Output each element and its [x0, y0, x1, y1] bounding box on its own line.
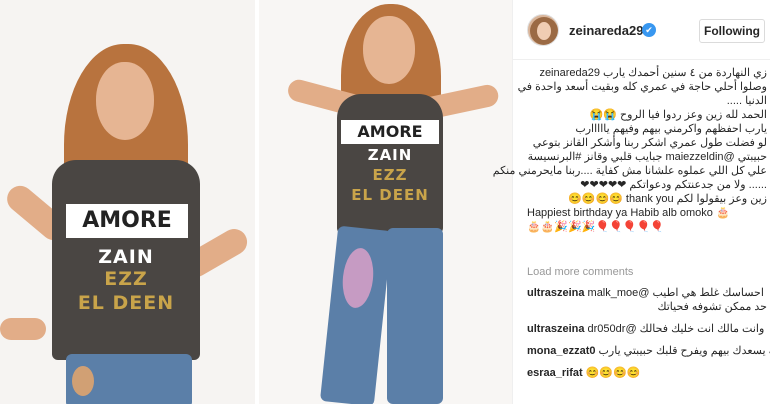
comment-text: حد ممكن تشوفه فحياتك — [657, 301, 767, 313]
post-caption: zeinareda29 زي النهاردة من ٤ سنين أحمدك … — [493, 66, 767, 256]
photo-left: AMORE ZAIN EZZ EL DEEN — [0, 0, 255, 404]
comment-username[interactable]: mona_ezzat0 — [527, 345, 595, 357]
comment-item: ultraszeina احساسك غلط هي اطيب @malk_moe… — [527, 286, 767, 314]
comment-username[interactable]: esraa_rifat — [527, 367, 583, 379]
paint-splash — [339, 246, 377, 310]
avatar[interactable] — [527, 14, 559, 46]
photo-right: AMORE ZAIN EZZ EL DEEN — [259, 0, 512, 404]
jeans-shape — [66, 354, 192, 404]
face-shape — [363, 16, 415, 84]
load-more-comments-link[interactable]: Load more comments — [527, 266, 633, 278]
caption-line: لو فضلت طول عمري اشكر ربنا وأشكر القانز … — [532, 137, 767, 149]
shirt-text-ezz: EZZ — [104, 268, 148, 290]
face-shape — [96, 62, 154, 140]
caption-line: zeinareda29 زي النهاردة من ٤ سنين أحمدك … — [539, 67, 767, 79]
shirt-shape: AMORE ZAIN EZZ EL DEEN — [337, 94, 443, 234]
shirt-text-zain: ZAIN — [98, 246, 154, 268]
comment-text: 😊😊😊😊 — [585, 367, 641, 379]
following-button[interactable]: Following — [699, 19, 765, 43]
shirt-text-el-deen: EL DEEN — [351, 186, 429, 204]
caption-line: ...... ولا من جدعنتكم ودعواتكم ❤❤❤❤❤ — [580, 179, 767, 191]
comment-text: احساسك غلط هي اطيب @malk_moe — [587, 287, 764, 299]
caption-line: يارب احفظهم واكرمني بيهم وفيهم يااااارب — [575, 123, 767, 135]
caption-line: 🎂🎂🎉🎉🎉🎈🎈🎈🎈🎈 — [527, 221, 664, 233]
shirt-text-el-deen: EL DEEN — [77, 292, 175, 314]
comment-text: الله يسعدك بيهم ويفرح قلبك حبيبتي يارب — [598, 345, 770, 357]
post-sidebar: zeinareda29 ✔ Following zeinareda29 زي ا… — [493, 0, 770, 404]
jeans-leg-left — [319, 225, 393, 404]
comment-username[interactable]: ultraszeina — [527, 323, 584, 335]
verified-badge-icon: ✔ — [642, 23, 656, 37]
caption-line: الدنيا ..... — [726, 95, 767, 107]
caption-line: Happiest birthday ya Habib alb omoko 🎂 — [527, 207, 730, 219]
caption-line: زين وعز بيقولوا لكم thank you 😊😊😊😊 — [568, 193, 767, 205]
caption-line: وصلوا أحلي حاجة في عمري كله وبقيت أسعد و… — [517, 81, 767, 93]
caption-line: علي كل اللي عملوه علشانا مش كفاية ....رب… — [492, 165, 767, 177]
username-link[interactable]: zeinareda29 — [569, 23, 643, 38]
post-photo[interactable]: AMORE ZAIN EZZ EL DEEN AMORE ZAIN EZZ EL… — [0, 0, 512, 404]
shirt-text-ezz: EZZ — [372, 166, 408, 184]
post-header: zeinareda29 ✔ Following — [513, 0, 770, 60]
jeans-leg-right — [387, 228, 443, 404]
comment-text: وانت مالك انت خليك فحالك @dr050dr — [587, 323, 765, 335]
shirt-text-zain: ZAIN — [367, 146, 413, 164]
shirt-shape: AMORE ZAIN EZZ EL DEEN — [52, 160, 200, 360]
comment-item: ultraszeina وانت مالك انت خليك فحالك @dr… — [527, 322, 767, 336]
caption-line: حبيبتي @maiezzeldin جبايب قلبي وقانز #ال… — [527, 151, 767, 163]
shirt-text-amore: AMORE — [66, 204, 188, 238]
hand-shape — [0, 318, 46, 340]
paint-splash — [72, 366, 94, 396]
comment-item: mona_ezzat0 الله يسعدك بيهم ويفرح قلبك ح… — [527, 344, 770, 358]
shirt-text-amore: AMORE — [341, 120, 439, 144]
caption-line: الحمد لله زين وعز ردوا فيا الروح 😭😭 — [589, 109, 767, 121]
comment-item: esraa_rifat 😊😊😊😊 — [527, 366, 767, 380]
comment-username[interactable]: ultraszeina — [527, 287, 584, 299]
